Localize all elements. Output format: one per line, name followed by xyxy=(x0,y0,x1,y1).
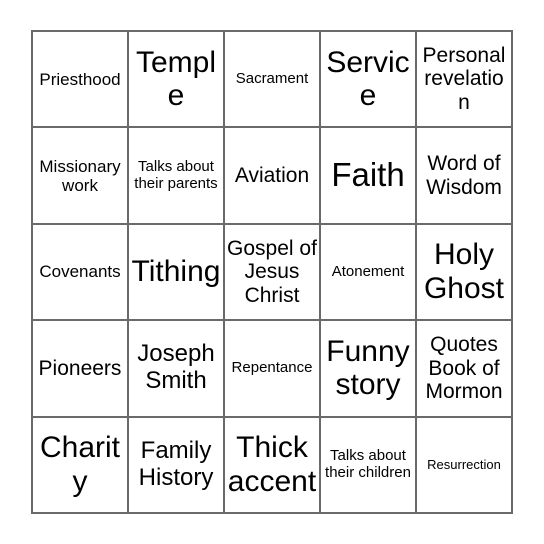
bingo-cell[interactable]: Funny story xyxy=(319,319,417,418)
bingo-card-body: Priesthood Temple Sacrament Service Pers… xyxy=(31,29,513,515)
bingo-cell[interactable]: Resurrection xyxy=(415,415,513,515)
bingo-cell[interactable]: Personal revelation xyxy=(415,29,513,129)
bingo-cell[interactable]: Service xyxy=(319,29,417,129)
bingo-row: Charity Family History Thick accent Talk… xyxy=(31,415,513,515)
bingo-cell[interactable]: Pioneers xyxy=(31,319,129,418)
bingo-cell[interactable]: Talks about their children xyxy=(319,415,417,515)
bingo-row: Pioneers Joseph Smith Repentance Funny s… xyxy=(31,319,513,418)
bingo-cell[interactable]: Joseph Smith xyxy=(127,319,225,418)
bingo-cell[interactable]: Quotes Book of Mormon xyxy=(415,319,513,418)
bingo-cell[interactable]: Covenants xyxy=(31,222,129,322)
bingo-row: Missionary work Talks about their parent… xyxy=(31,126,513,225)
bingo-cell[interactable]: Gospel of Jesus Christ xyxy=(223,222,321,322)
bingo-cell[interactable]: Talks about their parents xyxy=(127,126,225,225)
bingo-cell[interactable]: Temple xyxy=(127,29,225,129)
bingo-cell[interactable]: Family History xyxy=(127,415,225,515)
bingo-cell[interactable]: Faith xyxy=(319,126,417,225)
bingo-cell[interactable]: Sacrament xyxy=(223,29,321,129)
bingo-row: Priesthood Temple Sacrament Service Pers… xyxy=(31,29,513,129)
bingo-cell[interactable]: Tithing xyxy=(127,222,225,322)
bingo-cell[interactable]: Word of Wisdom xyxy=(415,126,513,225)
bingo-cell[interactable]: Charity xyxy=(31,415,129,515)
bingo-cell[interactable]: Atonement xyxy=(319,222,417,322)
bingo-cell[interactable]: Priesthood xyxy=(31,29,129,129)
bingo-cell[interactable]: Repentance xyxy=(223,319,321,418)
bingo-cell[interactable]: Holy Ghost xyxy=(415,222,513,322)
bingo-cell[interactable]: Aviation xyxy=(223,126,321,225)
bingo-card: Priesthood Temple Sacrament Service Pers… xyxy=(31,29,513,515)
bingo-row: Covenants Tithing Gospel of Jesus Christ… xyxy=(31,222,513,322)
bingo-cell[interactable]: Missionary work xyxy=(31,126,129,225)
bingo-cell[interactable]: Thick accent xyxy=(223,415,321,515)
